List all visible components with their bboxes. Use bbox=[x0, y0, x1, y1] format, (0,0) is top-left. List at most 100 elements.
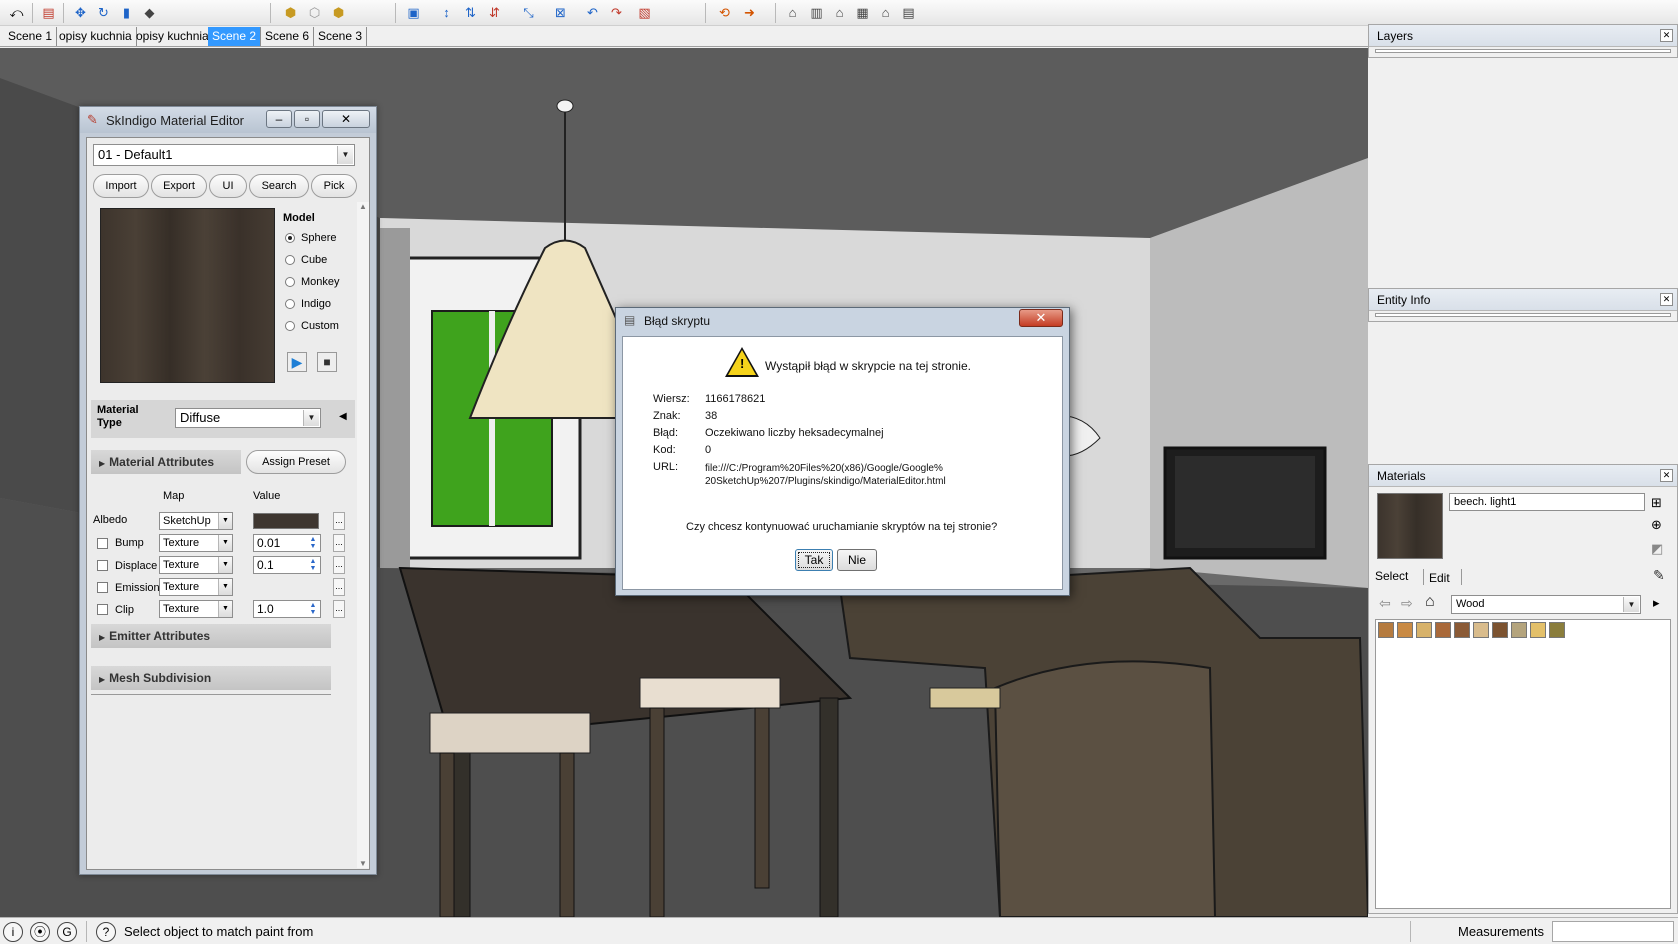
material-swatch[interactable] bbox=[1530, 622, 1546, 638]
tab-edit[interactable]: Edit bbox=[1429, 571, 1450, 585]
stop-render-icon[interactable]: ■ bbox=[317, 352, 337, 372]
warehouse-icon[interactable]: ⟲ bbox=[716, 4, 733, 21]
material-swatch[interactable] bbox=[1549, 622, 1565, 638]
material-swatch[interactable] bbox=[1492, 622, 1508, 638]
model-option-indigo[interactable]: Indigo bbox=[285, 296, 331, 312]
house-icon[interactable]: ⌂ bbox=[784, 4, 801, 21]
top-view-icon[interactable]: ⬡ bbox=[306, 4, 323, 21]
pan-icon[interactable]: ↶ bbox=[584, 4, 601, 21]
tab-select[interactable]: Select bbox=[1375, 569, 1408, 583]
close-icon[interactable]: ✕ bbox=[1660, 29, 1673, 42]
scroll-down-icon[interactable]: ▼ bbox=[357, 859, 369, 868]
clip-checkbox[interactable] bbox=[97, 604, 108, 615]
dialog-close-button[interactable]: ✕ bbox=[1019, 309, 1063, 327]
layers-tool-icon[interactable]: ▦ bbox=[854, 4, 871, 21]
ui-button[interactable]: UI bbox=[209, 174, 247, 198]
scene-tab-opisy-kuchnia-2[interactable]: opisy kuchnia bbox=[132, 27, 214, 46]
model-option-monkey[interactable]: Monkey bbox=[285, 274, 340, 290]
emission-checkbox[interactable] bbox=[97, 582, 108, 593]
albedo-map-select[interactable]: SketchUp ▼ bbox=[159, 512, 233, 530]
material-select[interactable]: 01 - Default1 ▼ bbox=[93, 144, 355, 166]
roof-icon[interactable]: ⌂ bbox=[877, 4, 894, 21]
back-arrow-icon[interactable]: ⇦ bbox=[1379, 595, 1391, 612]
model-option-sphere[interactable]: Sphere bbox=[285, 230, 336, 246]
scene-tab-6[interactable]: Scene 6 bbox=[261, 27, 315, 46]
iso-view-icon[interactable]: ⬢ bbox=[282, 4, 299, 21]
material-name-input[interactable]: beech. light1 bbox=[1449, 493, 1645, 511]
clip-map-select[interactable]: Texture ▼ bbox=[159, 600, 233, 618]
pick-button[interactable]: Pick bbox=[311, 174, 357, 198]
close-button[interactable]: ✕ bbox=[322, 110, 370, 128]
material-swatch[interactable] bbox=[1397, 622, 1413, 638]
section-icon[interactable]: ▣ bbox=[405, 4, 422, 21]
close-icon[interactable]: ✕ bbox=[1660, 293, 1673, 306]
material-swatch[interactable] bbox=[1416, 622, 1432, 638]
eyedropper-icon[interactable]: ✎ bbox=[1653, 567, 1665, 584]
bump-map-select[interactable]: Texture ▼ bbox=[159, 534, 233, 552]
material-attributes-section[interactable]: ▶ Material Attributes bbox=[91, 450, 241, 474]
scene-tab-2[interactable]: Scene 2 bbox=[208, 27, 262, 46]
text-icon[interactable]: ⤡ bbox=[520, 4, 537, 21]
rotate-icon[interactable]: ↻ bbox=[95, 4, 112, 21]
import-button[interactable]: Import bbox=[93, 174, 149, 198]
emitter-attributes-section[interactable]: ▶ Emitter Attributes bbox=[91, 624, 331, 648]
maximize-button[interactable]: ▫ bbox=[294, 110, 320, 128]
export-button[interactable]: Export bbox=[151, 174, 207, 198]
layers-panel-title[interactable]: Layers bbox=[1369, 25, 1677, 47]
bump-checkbox[interactable] bbox=[97, 538, 108, 549]
material-swatch[interactable] bbox=[1511, 622, 1527, 638]
albedo-browse-button[interactable]: ... bbox=[333, 512, 345, 530]
window-icon[interactable]: ▤ bbox=[900, 4, 917, 21]
paint-icon[interactable]: ◆ bbox=[141, 4, 158, 21]
spinner-icon[interactable]: ▲ ▼ bbox=[307, 558, 319, 572]
displace-map-select[interactable]: Texture ▼ bbox=[159, 556, 233, 574]
emission-map-select[interactable]: Texture ▼ bbox=[159, 578, 233, 596]
credits-icon[interactable]: ⦿ bbox=[30, 922, 50, 942]
displace-value-input[interactable]: 0.1 ▲ ▼ bbox=[253, 556, 321, 574]
pushpull-icon[interactable]: ▮ bbox=[118, 4, 135, 21]
bump-browse-button[interactable]: ... bbox=[333, 534, 345, 552]
scene-tab-1[interactable]: Scene 1 bbox=[4, 27, 58, 46]
material-type-select[interactable]: Diffuse ▼ bbox=[175, 408, 321, 428]
scene-tab-opisy-kuchnia-1[interactable]: opisy kuchnia bbox=[55, 27, 137, 46]
bump-value-input[interactable]: 0.01 ▲ ▼ bbox=[253, 534, 321, 552]
details-arrow-icon[interactable]: ▸ bbox=[1653, 595, 1660, 611]
move-icon[interactable]: ✥ bbox=[72, 4, 89, 21]
mesh-subdivision-section[interactable]: ▶ Mesh Subdivision bbox=[91, 666, 331, 690]
no-button[interactable]: Nie bbox=[837, 549, 877, 571]
emission-browse-button[interactable]: ... bbox=[333, 578, 345, 596]
sample-paint-icon[interactable]: ◩ bbox=[1651, 541, 1663, 557]
material-swatch[interactable] bbox=[1454, 622, 1470, 638]
albedo-color-swatch[interactable] bbox=[253, 513, 319, 529]
close-icon[interactable]: ✕ bbox=[1660, 469, 1673, 482]
model-option-custom[interactable]: Custom bbox=[285, 318, 339, 334]
default-material-icon[interactable]: ⊕ bbox=[1651, 517, 1662, 533]
scroll-up-icon[interactable]: ▲ bbox=[357, 202, 369, 211]
collapse-left-icon[interactable]: ◀ bbox=[339, 411, 347, 422]
play-render-icon[interactable]: ▶ bbox=[287, 352, 307, 372]
guide-icon[interactable]: ⇅ bbox=[462, 4, 479, 21]
editor-scrollbar[interactable]: ▲ ▼ bbox=[357, 202, 369, 868]
component-icon[interactable]: ➜ bbox=[741, 4, 758, 21]
spinner-icon[interactable]: ▲ ▼ bbox=[307, 602, 319, 616]
material-swatch[interactable] bbox=[1473, 622, 1489, 638]
help-icon[interactable]: ? bbox=[96, 922, 116, 942]
displace-browse-button[interactable]: ... bbox=[333, 556, 345, 574]
materials-panel-title[interactable]: Materials bbox=[1369, 465, 1677, 487]
material-swatch[interactable] bbox=[1378, 622, 1394, 638]
entity-info-panel-title[interactable]: Entity Info bbox=[1369, 289, 1677, 311]
minimize-button[interactable]: ‒ bbox=[266, 110, 292, 128]
dimension-icon[interactable]: ⇵ bbox=[486, 4, 503, 21]
material-library-select[interactable]: Wood ▼ bbox=[1451, 595, 1641, 614]
displace-checkbox[interactable] bbox=[97, 560, 108, 571]
clip-value-input[interactable]: 1.0 ▲ ▼ bbox=[253, 600, 321, 618]
material-editor-titlebar[interactable]: ✎ SkIndigo Material Editor ‒ ▫ ✕ bbox=[80, 107, 376, 133]
front-view-icon[interactable]: ⬢ bbox=[330, 4, 347, 21]
forward-arrow-icon[interactable]: ⇨ bbox=[1401, 595, 1413, 612]
create-material-icon[interactable]: ⊞ bbox=[1651, 495, 1662, 511]
orbit-icon[interactable]: ⊠ bbox=[552, 4, 569, 21]
search-button[interactable]: Search bbox=[249, 174, 309, 198]
assign-preset-button[interactable]: Assign Preset bbox=[246, 450, 346, 474]
walk-icon[interactable]: ▧ bbox=[636, 4, 653, 21]
scene-tab-3[interactable]: Scene 3 bbox=[314, 27, 368, 46]
